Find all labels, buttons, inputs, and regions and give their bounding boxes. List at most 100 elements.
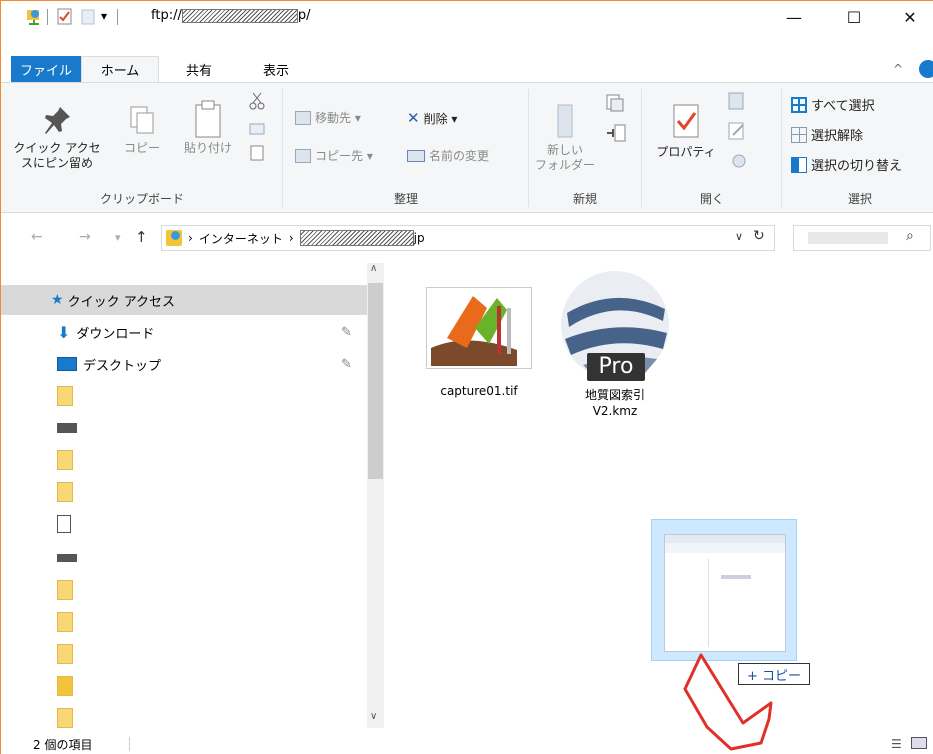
drag-preview-thumbnail	[664, 534, 786, 652]
folder-icon	[57, 708, 73, 728]
address-row: ← → ▾ ↑ › インターネット › jp ∨ ↻ ⌕	[1, 225, 933, 255]
star-icon: ★	[51, 292, 64, 308]
breadcrumb-internet[interactable]: インターネット	[199, 230, 283, 247]
nav-ftp-folder[interactable]	[1, 671, 367, 701]
properties-label: プロパティ	[656, 145, 716, 159]
properties-button[interactable]: プロパティ	[651, 101, 721, 160]
copy-label: コピー	[123, 141, 160, 155]
new-folder-qa-icon[interactable]	[81, 8, 95, 26]
copy-button[interactable]: コピー	[117, 105, 167, 156]
paste-shortcut-icon[interactable]	[249, 145, 265, 164]
properties-qa-icon[interactable]	[57, 8, 73, 26]
copy-to-button[interactable]: コピー先 ▾	[295, 147, 373, 164]
collapse-ribbon-icon[interactable]: ^	[893, 62, 903, 76]
redacted-search-placeholder	[808, 232, 888, 244]
close-button[interactable]: ✕	[887, 1, 933, 33]
paste-icon	[177, 99, 239, 141]
select-all-button[interactable]: すべて選択	[791, 95, 875, 114]
select-group-label: 選択	[847, 192, 872, 206]
breadcrumb-host-suffix[interactable]: jp	[414, 231, 425, 245]
nav-desktop[interactable]: デスクトップ ✎	[1, 349, 367, 379]
new-folder-label-line2: フォルダー	[535, 158, 596, 172]
select-none-label: 選択解除	[811, 129, 864, 144]
easy-access-icon[interactable]	[605, 123, 627, 146]
nav-quick-access[interactable]: ★ クイック アクセス	[1, 285, 367, 315]
maximize-button[interactable]: ☐	[831, 1, 877, 33]
open-icon[interactable]	[727, 91, 749, 114]
pin-quick-access-button[interactable]: クイック アクセ スにピン留め	[7, 105, 107, 171]
tab-view[interactable]: 表示	[246, 56, 306, 82]
pinned-icon: ✎	[341, 324, 352, 340]
file-item[interactable]: capture01.tif	[421, 287, 537, 399]
nav-folder[interactable]	[1, 381, 367, 411]
nav-downloads[interactable]: ⬇ ダウンロード ✎	[1, 317, 367, 347]
nav-folder[interactable]	[1, 607, 367, 637]
qa-customize-icon[interactable]: ▾	[101, 9, 111, 27]
rename-button[interactable]: 名前の変更	[407, 147, 489, 164]
drag-preview	[651, 519, 797, 661]
file-item[interactable]: Pro 地質図索引 V2.kmz	[553, 269, 677, 419]
nav-folder[interactable]	[1, 575, 367, 605]
delete-button[interactable]: ✕ 削除 ▾	[407, 109, 457, 127]
new-folder-button[interactable]: 新しい フォルダー	[535, 103, 595, 173]
address-bar[interactable]: › インターネット › jp	[161, 225, 775, 251]
title-bar: ▾ ftp:// p/ — ☐ ✕	[1, 1, 933, 33]
nav-folder[interactable]	[1, 703, 367, 733]
select-all-icon	[791, 96, 807, 113]
rename-icon	[407, 149, 425, 162]
scroll-down-icon[interactable]: ∨	[370, 711, 377, 722]
copy-to-icon	[295, 148, 311, 163]
invert-selection-button[interactable]: 選択の切り替え	[791, 155, 902, 174]
up-icon[interactable]: ↑	[135, 228, 148, 246]
move-to-button[interactable]: 移動先 ▾	[295, 109, 361, 126]
minimize-button[interactable]: —	[771, 1, 817, 33]
nav-folder[interactable]	[1, 639, 367, 669]
paste-label: 貼り付け	[183, 141, 232, 155]
nav-document[interactable]	[1, 509, 367, 539]
scroll-up-icon[interactable]: ∧	[370, 263, 377, 274]
recent-locations-icon[interactable]: ▾	[115, 231, 121, 244]
file-name: capture01.tif	[440, 384, 518, 398]
nav-downloads-label: ダウンロード	[76, 326, 155, 342]
new-item-icon[interactable]	[605, 93, 625, 116]
nav-network-drive[interactable]	[1, 413, 367, 443]
copy-path-icon[interactable]	[249, 121, 265, 140]
forward-icon[interactable]: →	[79, 229, 91, 245]
ribbon-separator	[528, 89, 529, 207]
address-dropdown-icon[interactable]: ∨	[735, 230, 743, 243]
paste-button[interactable]: 貼り付け	[177, 99, 239, 156]
title-path-suffix: p/	[297, 8, 311, 23]
ribbon-separator	[641, 89, 642, 207]
drive-icon	[57, 554, 77, 562]
back-icon[interactable]: ←	[31, 229, 43, 245]
nav-scrollbar[interactable]: ∧ ∨	[367, 263, 384, 728]
nav-folder[interactable]	[1, 445, 367, 475]
cut-icon[interactable]	[249, 91, 265, 114]
folder-icon	[57, 482, 73, 502]
title-path-prefix: ftp://	[151, 8, 182, 23]
edit-icon[interactable]	[727, 121, 749, 144]
large-icons-view-icon[interactable]	[911, 737, 927, 749]
select-all-label: すべて選択	[811, 99, 875, 114]
google-earth-pro-icon: Pro	[559, 269, 671, 381]
details-view-icon[interactable]: ☰	[891, 737, 902, 751]
select-none-button[interactable]: 選択解除	[791, 125, 863, 144]
tab-home[interactable]: ホーム	[81, 56, 159, 82]
help-icon[interactable]	[919, 60, 933, 78]
new-folder-label-line1: 新しい	[546, 143, 583, 157]
ribbon-tabs: ファイル ホーム 共有 表示 ^	[1, 56, 933, 82]
invert-selection-label: 選択の切り替え	[811, 159, 903, 174]
move-to-label: 移動先 ▾	[315, 111, 361, 125]
nav-folder[interactable]	[1, 477, 367, 507]
title-divider	[117, 9, 118, 25]
folder-icon	[57, 580, 73, 600]
nav-drive[interactable]	[1, 543, 367, 573]
network-drive-icon	[57, 423, 77, 433]
history-icon[interactable]	[727, 149, 749, 172]
scroll-thumb[interactable]	[368, 283, 383, 479]
file-name-line1: 地質図索引	[584, 388, 645, 402]
search-input[interactable]: ⌕	[793, 225, 931, 251]
tab-file[interactable]: ファイル	[11, 56, 81, 82]
refresh-icon[interactable]: ↻	[753, 228, 765, 244]
tab-share[interactable]: 共有	[169, 56, 229, 82]
